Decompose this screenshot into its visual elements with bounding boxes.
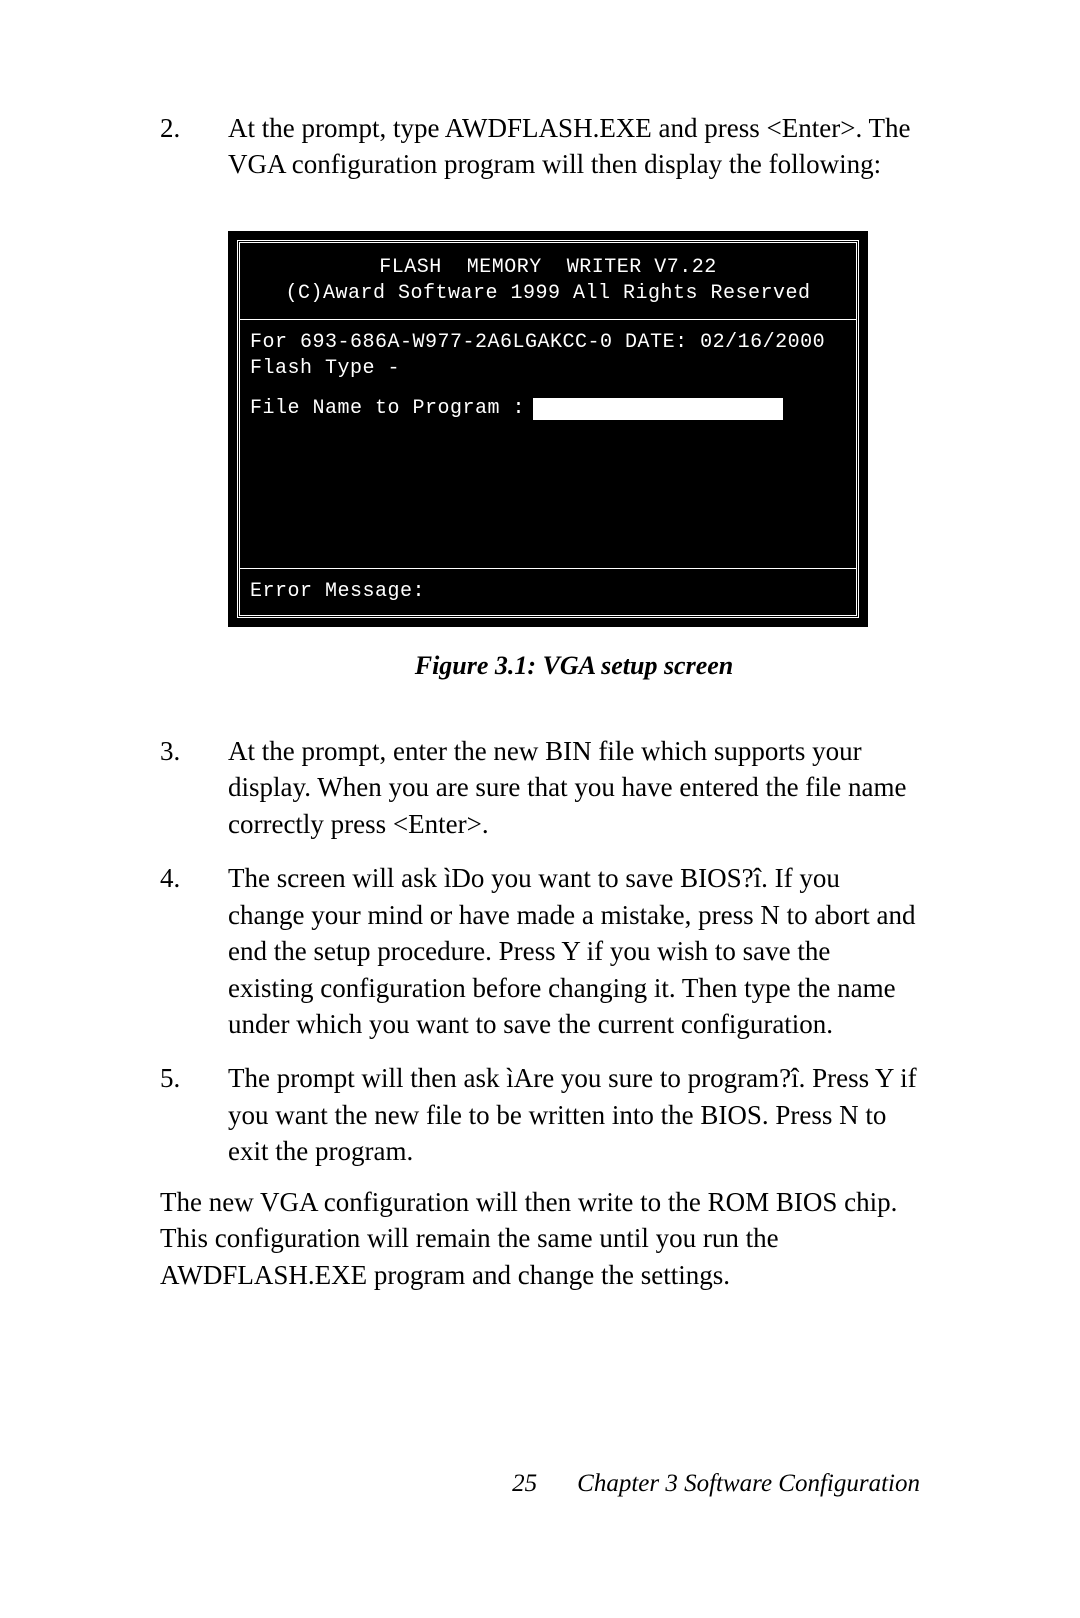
figure-caption: Figure 3.1: VGA setup screen [228,651,920,681]
terminal-inner: FLASH MEMORY WRITER V7.22 (C)Award Softw… [237,240,859,618]
step-3: 3. At the prompt, enter the new BIN file… [160,733,920,842]
terminal-prompt-row: File Name to Program : [250,396,846,422]
step-number: 3. [160,733,228,842]
step-number: 4. [160,860,228,1042]
chapter-label: Chapter 3 Software Configuration [577,1470,920,1498]
terminal-figure: FLASH MEMORY WRITER V7.22 (C)Award Softw… [228,231,920,681]
terminal-prompt-label: File Name to Program : [250,396,525,422]
page-content: 2. At the prompt, type AWDFLASH.EXE and … [160,110,920,1293]
step-text: At the prompt, type AWDFLASH.EXE and pre… [228,110,920,183]
page-number: 25 [512,1470,537,1498]
terminal-divider [240,319,856,320]
terminal-title: FLASH MEMORY WRITER V7.22 [250,255,846,281]
terminal-info-line1: For 693-686A-W977-2A6LGAKCC-0 DATE: 02/1… [250,330,846,356]
step-4: 4. The screen will ask ìDo you want to s… [160,860,920,1042]
closing-paragraph: The new VGA configuration will then writ… [160,1184,920,1293]
terminal-copyright: (C)Award Software 1999 All Rights Reserv… [250,281,846,307]
step-text: The screen will ask ìDo you want to save… [228,860,920,1042]
step-number: 5. [160,1060,228,1169]
terminal-error-label: Error Message: [250,579,425,605]
step-2: 2. At the prompt, type AWDFLASH.EXE and … [160,110,920,183]
terminal-info-line2: Flash Type - [250,356,846,382]
step-number: 2. [160,110,228,183]
page-footer: 25 Chapter 3 Software Configuration [512,1470,920,1498]
step-5: 5. The prompt will then ask ìAre you sur… [160,1060,920,1169]
step-text: The prompt will then ask ìAre you sure t… [228,1060,920,1169]
step-text: At the prompt, enter the new BIN file wh… [228,733,920,842]
terminal-window: FLASH MEMORY WRITER V7.22 (C)Award Softw… [228,231,868,627]
terminal-error-divider [240,568,856,569]
terminal-input-field[interactable] [533,398,783,420]
